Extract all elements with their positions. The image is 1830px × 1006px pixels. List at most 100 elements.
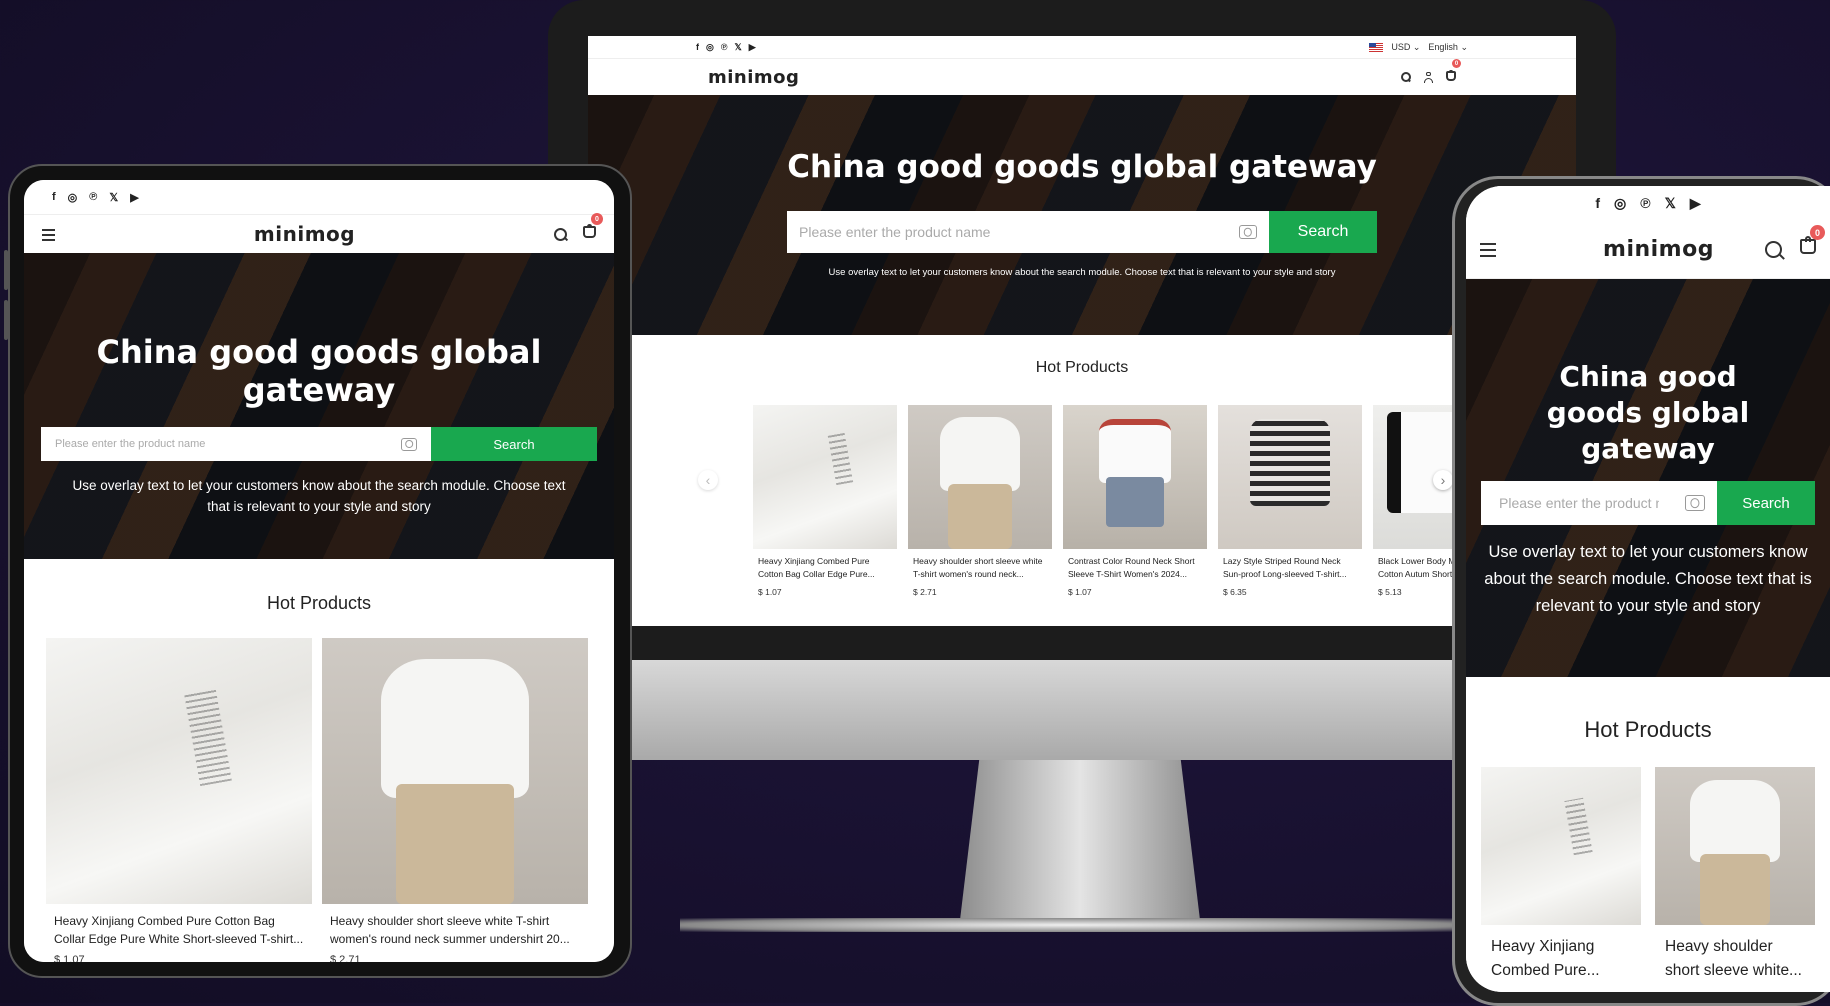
tablet-side-button: [4, 250, 8, 290]
cart-icon: [1446, 70, 1456, 81]
hero-title: China good goods global gateway: [96, 333, 542, 409]
hero-overlay-text: Use overlay text to let your customers k…: [1484, 543, 1812, 615]
product-image[interactable]: [1218, 405, 1362, 549]
menu-icon[interactable]: [1480, 242, 1496, 257]
phone-screen: f ◎ ℗ 𝕏 ▶ minimog 0 China good goods glo…: [1466, 186, 1830, 992]
hero-overlay-text: Use overlay text to let your customers k…: [828, 267, 1336, 278]
tablet-hot-products: Hot Products Heavy Xinjiang Combed Pure …: [24, 559, 614, 962]
desktop-social-icons: f ◎ ℗ 𝕏 ▶: [696, 42, 756, 53]
search-input[interactable]: Please enter the product name: [41, 427, 431, 461]
tablet-screen: f ◎ ℗ 𝕏 ▶ minimog 0 China good goods glo…: [24, 180, 614, 962]
cart-button[interactable]: 0: [1800, 225, 1825, 259]
x-icon[interactable]: 𝕏: [109, 191, 118, 204]
product-card[interactable]: Heavy shoulder short sleeve white T-shir…: [322, 638, 588, 962]
hot-products-heading: Hot Products: [1035, 359, 1129, 376]
tablet-social-icons: f ◎ ℗ 𝕏 ▶: [52, 191, 139, 204]
youtube-icon[interactable]: ▶: [130, 191, 138, 204]
product-image[interactable]: [46, 638, 312, 904]
search-placeholder: Please enter the product name: [55, 438, 206, 450]
product-image[interactable]: [1655, 767, 1815, 925]
hero-title: China good goods global gateway: [787, 149, 1377, 185]
language-label: English: [1428, 41, 1458, 52]
desktop-header: minimog 0: [588, 59, 1576, 95]
us-flag-icon: [1369, 42, 1384, 52]
hot-products-heading: Hot Products: [266, 593, 372, 613]
desktop-screen: f ◎ ℗ 𝕏 ▶ USD ⌄ English ⌄ minimog 0 Chin…: [588, 36, 1576, 626]
product-title[interactable]: Heavy Xinjiang Combed Pure Cotton Bag Co…: [54, 912, 304, 948]
x-icon[interactable]: 𝕏: [735, 42, 742, 53]
instagram-icon[interactable]: ◎: [68, 191, 78, 204]
tablet-hero: China good goods global gateway Please e…: [24, 253, 614, 559]
youtube-icon[interactable]: ▶: [749, 42, 756, 53]
product-image[interactable]: [1063, 405, 1207, 549]
monitor-base: [680, 918, 1460, 932]
product-title[interactable]: Lazy Style Striped Round Neck Sun-proof …: [1223, 555, 1357, 581]
search-button[interactable]: Search: [1717, 481, 1815, 525]
product-card[interactable]: Contrast Color Round Neck Short Sleeve T…: [1063, 405, 1207, 597]
facebook-icon[interactable]: f: [1595, 195, 1600, 211]
facebook-icon[interactable]: f: [52, 191, 56, 203]
site-logo[interactable]: minimog: [254, 222, 355, 246]
product-image[interactable]: [753, 405, 897, 549]
search-icon[interactable]: [554, 227, 567, 241]
camera-icon[interactable]: [1685, 495, 1705, 511]
product-card[interactable]: Heavy shoulder short sleeve white...: [1655, 767, 1815, 983]
pinterest-icon[interactable]: ℗: [1640, 195, 1650, 211]
camera-icon[interactable]: [1239, 225, 1257, 239]
menu-icon[interactable]: [42, 228, 55, 241]
cart-count-badge: 0: [1452, 59, 1461, 68]
currency-label: USD: [1391, 41, 1411, 52]
product-image[interactable]: [322, 638, 588, 904]
tablet-side-button: [4, 300, 8, 340]
pinterest-icon[interactable]: ℗: [89, 191, 97, 203]
search-placeholder: Please enter the product name: [799, 224, 991, 240]
hot-products-heading: Hot Products: [1584, 717, 1712, 742]
product-title[interactable]: Heavy shoulder short sleeve white T-shir…: [913, 555, 1047, 581]
account-icon[interactable]: [1423, 71, 1434, 83]
product-title[interactable]: Heavy shoulder short sleeve white T-shir…: [330, 912, 580, 948]
search-icon[interactable]: [1765, 240, 1782, 258]
product-title[interactable]: Heavy shoulder short sleeve white...: [1665, 935, 1805, 983]
search-input[interactable]: Please enter the product name: [1481, 481, 1717, 525]
search-placeholder: Please enter the product name: [1499, 495, 1659, 511]
instagram-icon[interactable]: ◎: [1614, 195, 1626, 212]
product-image[interactable]: [908, 405, 1052, 549]
site-logo[interactable]: minimog: [1547, 237, 1714, 262]
cart-button[interactable]: 0: [583, 213, 603, 243]
tablet-topbar: f ◎ ℗ 𝕏 ▶: [24, 180, 614, 215]
currency-selector[interactable]: USD ⌄: [1391, 42, 1420, 53]
camera-icon[interactable]: [401, 437, 417, 451]
hero-overlay-text: Use overlay text to let your customers k…: [72, 478, 566, 514]
phone-hero: China good goods global gateway Please e…: [1466, 279, 1830, 677]
facebook-icon[interactable]: f: [696, 42, 699, 52]
search-button[interactable]: Search: [1269, 211, 1377, 253]
product-card[interactable]: Lazy Style Striped Round Neck Sun-proof …: [1218, 405, 1362, 597]
carousel-next-button[interactable]: ›: [1433, 470, 1453, 490]
cart-button[interactable]: 0: [1446, 59, 1461, 86]
product-price: $ 6.35: [1223, 587, 1247, 597]
product-card[interactable]: Heavy Xinjiang Combed Pure...: [1481, 767, 1641, 983]
desktop-hero: China good goods global gateway Please e…: [588, 95, 1576, 335]
search-icon[interactable]: [1401, 72, 1411, 82]
search-button[interactable]: Search: [431, 427, 597, 461]
product-card[interactable]: Heavy Xinjiang Combed Pure Cotton Bag Co…: [753, 405, 897, 597]
youtube-icon[interactable]: ▶: [1690, 195, 1701, 212]
cart-count-badge: 0: [1810, 225, 1825, 240]
product-title[interactable]: Contrast Color Round Neck Short Sleeve T…: [1068, 555, 1202, 581]
product-price: $ 1.07: [54, 954, 85, 962]
product-card[interactable]: Heavy shoulder short sleeve white T-shir…: [908, 405, 1052, 597]
carousel-prev-button[interactable]: ‹: [698, 470, 718, 490]
product-image[interactable]: [1481, 767, 1641, 925]
product-card[interactable]: Heavy Xinjiang Combed Pure Cotton Bag Co…: [46, 638, 312, 962]
instagram-icon[interactable]: ◎: [706, 42, 714, 53]
language-selector[interactable]: English ⌄: [1428, 42, 1468, 53]
site-logo[interactable]: minimog: [708, 67, 799, 88]
phone-hot-products: Hot Products Heavy Xinjiang Combed Pure.…: [1466, 677, 1830, 992]
pinterest-icon[interactable]: ℗: [721, 42, 728, 52]
search-input[interactable]: Please enter the product name: [787, 211, 1269, 253]
product-title[interactable]: Heavy Xinjiang Combed Pure...: [1491, 935, 1631, 983]
product-price: $ 1.07: [758, 587, 782, 597]
product-price: $ 1.07: [1068, 587, 1092, 597]
x-icon[interactable]: 𝕏: [1665, 195, 1676, 212]
product-title[interactable]: Heavy Xinjiang Combed Pure Cotton Bag Co…: [758, 555, 892, 581]
